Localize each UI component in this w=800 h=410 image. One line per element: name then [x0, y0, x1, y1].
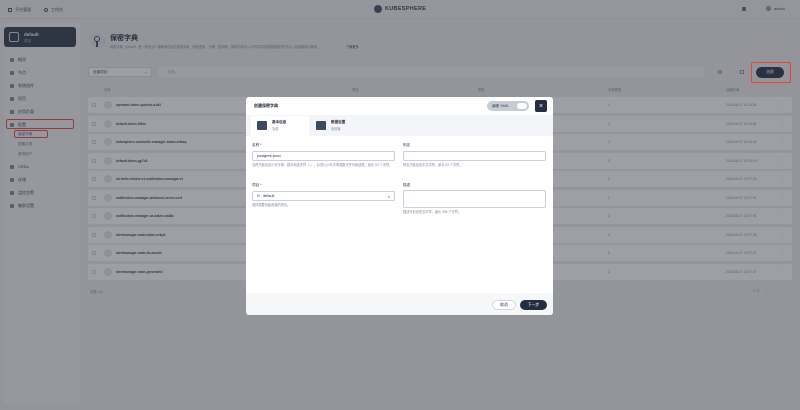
step1-title: 基本信息 [272, 120, 287, 124]
edit-yaml-label: 编辑 YAML [492, 103, 510, 108]
project-select-field[interactable]: ⛁ default × [252, 191, 395, 201]
step-data-settings[interactable]: 数据设置 未设置 [312, 116, 370, 136]
description-label: 描述 [403, 183, 411, 187]
dialog-title: 创建保密字典 [254, 103, 278, 108]
name-label: 名称 * [252, 143, 262, 147]
highlight-create-button [751, 62, 791, 83]
create-secret-dialog: 创建保密字典 编辑 YAML × 基本信息 当前 数据设置 未设置 名称 * p… [246, 97, 553, 315]
step2-title: 数据设置 [331, 120, 346, 124]
name-field[interactable]: postgres-prod [252, 151, 395, 161]
name-value: postgres-prod [257, 154, 281, 158]
data-settings-icon [316, 121, 326, 130]
alias-field[interactable] [403, 151, 546, 161]
description-field[interactable] [403, 190, 546, 208]
description-hint: 描述可包含任意字符，最长 256 个字符。 [403, 210, 462, 214]
project-label: 项目 * [252, 183, 262, 187]
edit-yaml-toggle[interactable]: 编辑 YAML [487, 101, 529, 111]
next-button[interactable]: 下一步 [520, 300, 547, 310]
project-icon: ⛁ [257, 194, 260, 198]
alias-hint: 别名只能包含中文字符，最长 63 个字符。 [403, 163, 463, 167]
project-value: default [262, 194, 275, 198]
step-bar: 基本信息 当前 数据设置 未设置 [246, 115, 553, 136]
basic-info-icon [257, 121, 267, 130]
clear-icon[interactable]: × [388, 194, 390, 199]
name-hint: 名称只能包含小写字母、数字和连字符（-），必须以小写字母或数字开头和结尾，最长 … [252, 163, 393, 167]
alias-label: 别名 [403, 143, 411, 147]
step2-status: 未设置 [331, 127, 341, 131]
step1-status: 当前 [272, 127, 279, 131]
toggle-knob [517, 103, 527, 109]
step-basic-info[interactable]: 基本信息 当前 [251, 116, 309, 136]
project-hint: 选择需要创建资源的项目。 [252, 203, 291, 207]
close-icon[interactable]: × [535, 100, 547, 112]
cancel-button[interactable]: 取消 [492, 300, 516, 310]
